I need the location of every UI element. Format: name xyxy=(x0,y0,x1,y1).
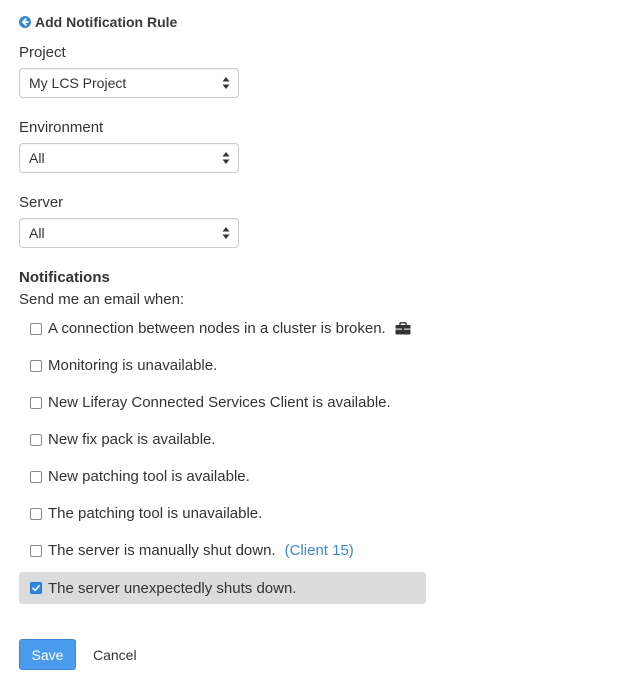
option-label: New fix pack is available. xyxy=(48,431,216,448)
notification-option-patching-tool-unavailable[interactable]: The patching tool is unavailable. xyxy=(19,497,426,530)
checkbox[interactable] xyxy=(30,507,42,520)
notification-option-patching-tool-available[interactable]: New patching tool is available. xyxy=(19,460,426,493)
checkbox-checked[interactable] xyxy=(30,582,42,594)
page-title: Add Notification Rule xyxy=(35,14,178,30)
checkbox[interactable] xyxy=(30,544,42,557)
server-label: Server xyxy=(19,194,64,211)
notification-option-fix-pack-available[interactable]: New fix pack is available. xyxy=(19,423,426,456)
page-header: Add Notification Rule xyxy=(19,14,177,30)
option-label: A connection between nodes in a cluster … xyxy=(48,320,386,337)
environment-select[interactable]: All xyxy=(19,143,239,173)
notification-option-unexpected-shutdown[interactable]: The server unexpectedly shuts down. xyxy=(19,572,426,604)
option-label: Monitoring is unavailable. xyxy=(48,357,218,374)
notification-option-lcs-client-available[interactable]: New Liferay Connected Services Client is… xyxy=(19,386,426,419)
project-select[interactable]: My LCS Project xyxy=(19,68,239,98)
checkbox[interactable] xyxy=(30,470,42,483)
environment-select-value: All xyxy=(29,150,45,166)
client-link[interactable]: (Client 15) xyxy=(285,542,354,559)
option-label: New Liferay Connected Services Client is… xyxy=(48,394,391,411)
checkbox[interactable] xyxy=(30,359,42,372)
server-select-value: All xyxy=(29,225,45,241)
project-label: Project xyxy=(19,44,66,61)
checkbox[interactable] xyxy=(30,433,42,446)
select-arrows-icon xyxy=(222,227,230,239)
option-label: New patching tool is available. xyxy=(48,468,250,485)
cancel-button[interactable]: Cancel xyxy=(93,639,137,670)
notifications-heading: Notifications xyxy=(19,269,110,286)
checkbox[interactable] xyxy=(30,322,42,335)
notification-option-manual-shutdown[interactable]: The server is manually shut down. (Clien… xyxy=(19,534,426,567)
arrow-circle-left-icon[interactable] xyxy=(19,16,31,28)
option-label: The server is manually shut down. xyxy=(48,542,276,559)
project-select-value: My LCS Project xyxy=(29,75,127,91)
check-icon xyxy=(32,585,40,592)
server-select[interactable]: All xyxy=(19,218,239,248)
environment-label: Environment xyxy=(19,119,104,136)
option-label: The server unexpectedly shuts down. xyxy=(48,579,297,597)
notification-option-cluster-broken[interactable]: A connection between nodes in a cluster … xyxy=(19,312,426,345)
notifications-subtitle: Send me an email when: xyxy=(19,291,185,308)
select-arrows-icon xyxy=(222,152,230,164)
checkbox[interactable] xyxy=(30,396,42,409)
notification-option-monitoring-unavailable[interactable]: Monitoring is unavailable. xyxy=(19,349,426,382)
briefcase-icon xyxy=(395,322,411,335)
select-arrows-icon xyxy=(222,77,230,89)
add-notification-rule-page: Add Notification Rule Project My LCS Pro… xyxy=(0,0,637,689)
option-label: The patching tool is unavailable. xyxy=(48,505,263,522)
save-button[interactable]: Save xyxy=(19,639,76,670)
